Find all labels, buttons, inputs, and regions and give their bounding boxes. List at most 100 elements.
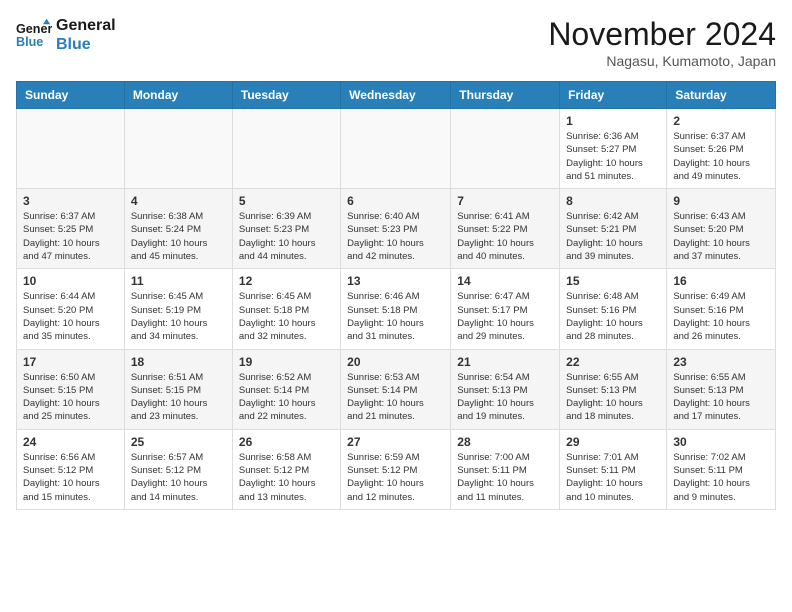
day-info: Sunrise: 6:45 AM Sunset: 5:18 PM Dayligh…	[239, 290, 334, 343]
day-info: Sunrise: 6:44 AM Sunset: 5:20 PM Dayligh…	[23, 290, 118, 343]
day-info: Sunrise: 6:37 AM Sunset: 5:25 PM Dayligh…	[23, 210, 118, 263]
day-info: Sunrise: 6:55 AM Sunset: 5:13 PM Dayligh…	[673, 371, 769, 424]
calendar-day-cell: 12 Sunrise: 6:45 AM Sunset: 5:18 PM Dayli…	[232, 269, 340, 349]
logo-line1: General	[56, 16, 116, 35]
day-info: Sunrise: 6:40 AM Sunset: 5:23 PM Dayligh…	[347, 210, 444, 263]
weekday-header: Saturday	[667, 82, 776, 109]
calendar-week-row: 3 Sunrise: 6:37 AM Sunset: 5:25 PM Daylig…	[17, 189, 776, 269]
calendar-day-cell: 13 Sunrise: 6:46 AM Sunset: 5:18 PM Dayli…	[341, 269, 451, 349]
day-number: 20	[347, 355, 444, 369]
calendar-day-cell: 23 Sunrise: 6:55 AM Sunset: 5:13 PM Dayli…	[667, 349, 776, 429]
calendar-day-cell: 3 Sunrise: 6:37 AM Sunset: 5:25 PM Daylig…	[17, 189, 125, 269]
calendar-day-cell	[232, 109, 340, 189]
calendar-day-cell	[124, 109, 232, 189]
day-info: Sunrise: 7:00 AM Sunset: 5:11 PM Dayligh…	[457, 451, 553, 504]
calendar-week-row: 10 Sunrise: 6:44 AM Sunset: 5:20 PM Dayli…	[17, 269, 776, 349]
day-info: Sunrise: 6:54 AM Sunset: 5:13 PM Dayligh…	[457, 371, 553, 424]
calendar-day-cell: 4 Sunrise: 6:38 AM Sunset: 5:24 PM Daylig…	[124, 189, 232, 269]
calendar-day-cell: 22Sunrise: 6:55 AM Sunset: 5:13 PM Dayli…	[560, 349, 667, 429]
weekday-header: Tuesday	[232, 82, 340, 109]
title-block: November 2024 Nagasu, Kumamoto, Japan	[548, 16, 776, 69]
calendar-day-cell: 19 Sunrise: 6:52 AM Sunset: 5:14 PM Dayli…	[232, 349, 340, 429]
calendar-day-cell: 2Sunrise: 6:37 AM Sunset: 5:26 PM Daylig…	[667, 109, 776, 189]
day-info: Sunrise: 6:42 AM Sunset: 5:21 PM Dayligh…	[566, 210, 660, 263]
day-info: Sunrise: 6:48 AM Sunset: 5:16 PM Dayligh…	[566, 290, 660, 343]
day-number: 15	[566, 274, 660, 288]
day-info: Sunrise: 6:45 AM Sunset: 5:19 PM Dayligh…	[131, 290, 226, 343]
calendar-day-cell: 16 Sunrise: 6:49 AM Sunset: 5:16 PM Dayli…	[667, 269, 776, 349]
day-info: Sunrise: 6:51 AM Sunset: 5:15 PM Dayligh…	[131, 371, 226, 424]
page-header: General Blue General Blue November 2024 …	[16, 16, 776, 69]
day-number: 26	[239, 435, 334, 449]
weekday-header: Sunday	[17, 82, 125, 109]
logo: General Blue General Blue	[16, 16, 116, 54]
calendar-day-cell: 14Sunrise: 6:47 AM Sunset: 5:17 PM Dayli…	[451, 269, 560, 349]
day-number: 11	[131, 274, 226, 288]
day-number: 4	[131, 194, 226, 208]
calendar-day-cell: 11 Sunrise: 6:45 AM Sunset: 5:19 PM Dayli…	[124, 269, 232, 349]
calendar-day-cell: 7 Sunrise: 6:41 AM Sunset: 5:22 PM Daylig…	[451, 189, 560, 269]
day-number: 12	[239, 274, 334, 288]
day-info: Sunrise: 6:58 AM Sunset: 5:12 PM Dayligh…	[239, 451, 334, 504]
day-info: Sunrise: 6:53 AM Sunset: 5:14 PM Dayligh…	[347, 371, 444, 424]
day-info: Sunrise: 6:41 AM Sunset: 5:22 PM Dayligh…	[457, 210, 553, 263]
day-info: Sunrise: 6:56 AM Sunset: 5:12 PM Dayligh…	[23, 451, 118, 504]
day-number: 22	[566, 355, 660, 369]
calendar-day-cell: 1 Sunrise: 6:36 AM Sunset: 5:27 PM Daylig…	[560, 109, 667, 189]
calendar-day-cell: 18Sunrise: 6:51 AM Sunset: 5:15 PM Dayli…	[124, 349, 232, 429]
weekday-header: Friday	[560, 82, 667, 109]
calendar-day-cell: 28 Sunrise: 7:00 AM Sunset: 5:11 PM Dayli…	[451, 429, 560, 509]
day-info: Sunrise: 6:36 AM Sunset: 5:27 PM Dayligh…	[566, 130, 660, 183]
day-number: 13	[347, 274, 444, 288]
calendar-day-cell: 9 Sunrise: 6:43 AM Sunset: 5:20 PM Daylig…	[667, 189, 776, 269]
day-number: 7	[457, 194, 553, 208]
day-number: 8	[566, 194, 660, 208]
weekday-header: Monday	[124, 82, 232, 109]
day-info: Sunrise: 7:01 AM Sunset: 5:11 PM Dayligh…	[566, 451, 660, 504]
day-number: 28	[457, 435, 553, 449]
day-info: Sunrise: 6:46 AM Sunset: 5:18 PM Dayligh…	[347, 290, 444, 343]
day-info: Sunrise: 6:52 AM Sunset: 5:14 PM Dayligh…	[239, 371, 334, 424]
day-number: 9	[673, 194, 769, 208]
day-number: 14	[457, 274, 553, 288]
calendar-day-cell: 21 Sunrise: 6:54 AM Sunset: 5:13 PM Dayli…	[451, 349, 560, 429]
calendar-day-cell: 10 Sunrise: 6:44 AM Sunset: 5:20 PM Dayli…	[17, 269, 125, 349]
day-number: 21	[457, 355, 553, 369]
day-number: 2	[673, 114, 769, 128]
day-number: 16	[673, 274, 769, 288]
calendar-day-cell: 26 Sunrise: 6:58 AM Sunset: 5:12 PM Dayli…	[232, 429, 340, 509]
day-info: Sunrise: 6:43 AM Sunset: 5:20 PM Dayligh…	[673, 210, 769, 263]
day-number: 10	[23, 274, 118, 288]
calendar-day-cell	[341, 109, 451, 189]
day-number: 17	[23, 355, 118, 369]
calendar-day-cell: 25Sunrise: 6:57 AM Sunset: 5:12 PM Dayli…	[124, 429, 232, 509]
calendar-day-cell: 24 Sunrise: 6:56 AM Sunset: 5:12 PM Dayli…	[17, 429, 125, 509]
day-number: 24	[23, 435, 118, 449]
day-number: 19	[239, 355, 334, 369]
day-number: 25	[131, 435, 226, 449]
calendar-day-cell: 17 Sunrise: 6:50 AM Sunset: 5:15 PM Dayli…	[17, 349, 125, 429]
location: Nagasu, Kumamoto, Japan	[548, 53, 776, 69]
day-number: 27	[347, 435, 444, 449]
calendar-day-cell: 29Sunrise: 7:01 AM Sunset: 5:11 PM Dayli…	[560, 429, 667, 509]
day-number: 3	[23, 194, 118, 208]
day-info: Sunrise: 6:38 AM Sunset: 5:24 PM Dayligh…	[131, 210, 226, 263]
svg-text:Blue: Blue	[16, 35, 43, 49]
day-number: 23	[673, 355, 769, 369]
calendar-day-cell: 8 Sunrise: 6:42 AM Sunset: 5:21 PM Daylig…	[560, 189, 667, 269]
calendar-day-cell	[17, 109, 125, 189]
day-number: 1	[566, 114, 660, 128]
day-info: Sunrise: 6:49 AM Sunset: 5:16 PM Dayligh…	[673, 290, 769, 343]
day-info: Sunrise: 6:59 AM Sunset: 5:12 PM Dayligh…	[347, 451, 444, 504]
calendar-day-cell: 6Sunrise: 6:40 AM Sunset: 5:23 PM Daylig…	[341, 189, 451, 269]
day-number: 5	[239, 194, 334, 208]
calendar-day-cell: 15 Sunrise: 6:48 AM Sunset: 5:16 PM Dayli…	[560, 269, 667, 349]
calendar-day-cell: 27 Sunrise: 6:59 AM Sunset: 5:12 PM Dayli…	[341, 429, 451, 509]
calendar-week-row: 17 Sunrise: 6:50 AM Sunset: 5:15 PM Dayli…	[17, 349, 776, 429]
month-title: November 2024	[548, 16, 776, 53]
calendar-day-cell: 5Sunrise: 6:39 AM Sunset: 5:23 PM Daylig…	[232, 189, 340, 269]
weekday-header: Thursday	[451, 82, 560, 109]
calendar-header-row: SundayMondayTuesdayWednesdayThursdayFrid…	[17, 82, 776, 109]
day-info: Sunrise: 6:50 AM Sunset: 5:15 PM Dayligh…	[23, 371, 118, 424]
calendar-week-row: 1 Sunrise: 6:36 AM Sunset: 5:27 PM Daylig…	[17, 109, 776, 189]
